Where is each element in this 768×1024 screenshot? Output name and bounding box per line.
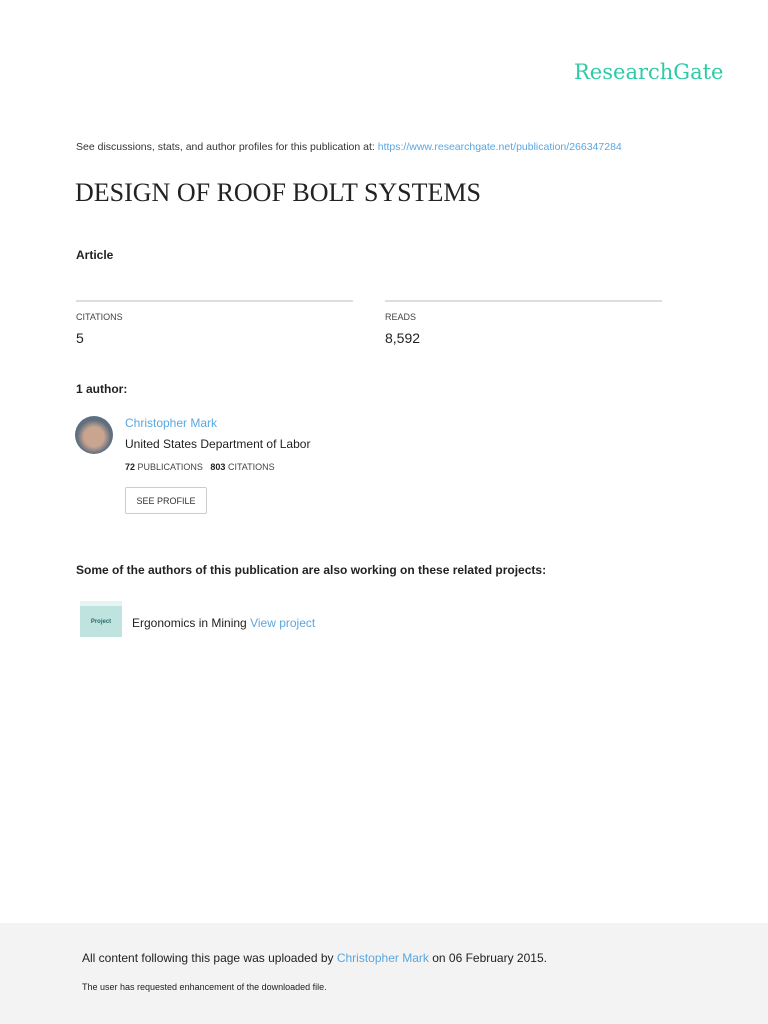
projects-heading: Some of the authors of this publication … [76, 563, 547, 577]
publication-link-line: See discussions, stats, and author profi… [76, 141, 622, 153]
reads-count: 8,592 [385, 330, 421, 346]
avatar[interactable] [75, 416, 113, 454]
footer [0, 923, 768, 1024]
author-institution: United States Department of Labor [125, 437, 311, 451]
uploader-link[interactable]: Christopher Mark [337, 951, 429, 965]
authors-heading: 1 author: [76, 382, 128, 396]
author-name-link[interactable]: Christopher Mark [125, 416, 217, 430]
project-folder-icon: Project [80, 601, 122, 637]
reads-label: READS [385, 312, 417, 322]
researchgate-logo[interactable]: ResearchGate [574, 60, 723, 84]
publications-count: 72 [125, 462, 136, 472]
divider [385, 300, 662, 302]
view-project-link[interactable]: View project [250, 616, 315, 630]
publication-url[interactable]: https://www.researchgate.net/publication… [378, 141, 622, 153]
enhancement-note: The user has requested enhancement of th… [82, 982, 327, 992]
citations-count: 5 [76, 330, 84, 346]
upload-prefix: All content following this page was uplo… [82, 951, 337, 965]
author-stats: 72 PUBLICATIONS 803 CITATIONS [125, 462, 275, 472]
upload-suffix: on 06 February 2015. [428, 951, 547, 965]
author-citations-count: 803 [210, 462, 226, 472]
publication-type: Article [76, 248, 114, 262]
citations-label: CITATIONS [76, 312, 123, 322]
project-icon-label: Project [80, 606, 122, 637]
see-profile-button[interactable]: SEE PROFILE [125, 487, 207, 514]
see-text: See discussions, stats, and author profi… [76, 141, 378, 153]
page-title: DESIGN OF ROOF BOLT SYSTEMS [75, 178, 481, 207]
author-citations-label: CITATIONS [227, 462, 275, 472]
divider [76, 300, 353, 302]
upload-info: All content following this page was uplo… [82, 951, 547, 965]
project-item: Ergonomics in Mining View project [132, 616, 315, 630]
project-name: Ergonomics in Mining [132, 616, 247, 630]
publications-label: PUBLICATIONS [137, 462, 203, 472]
